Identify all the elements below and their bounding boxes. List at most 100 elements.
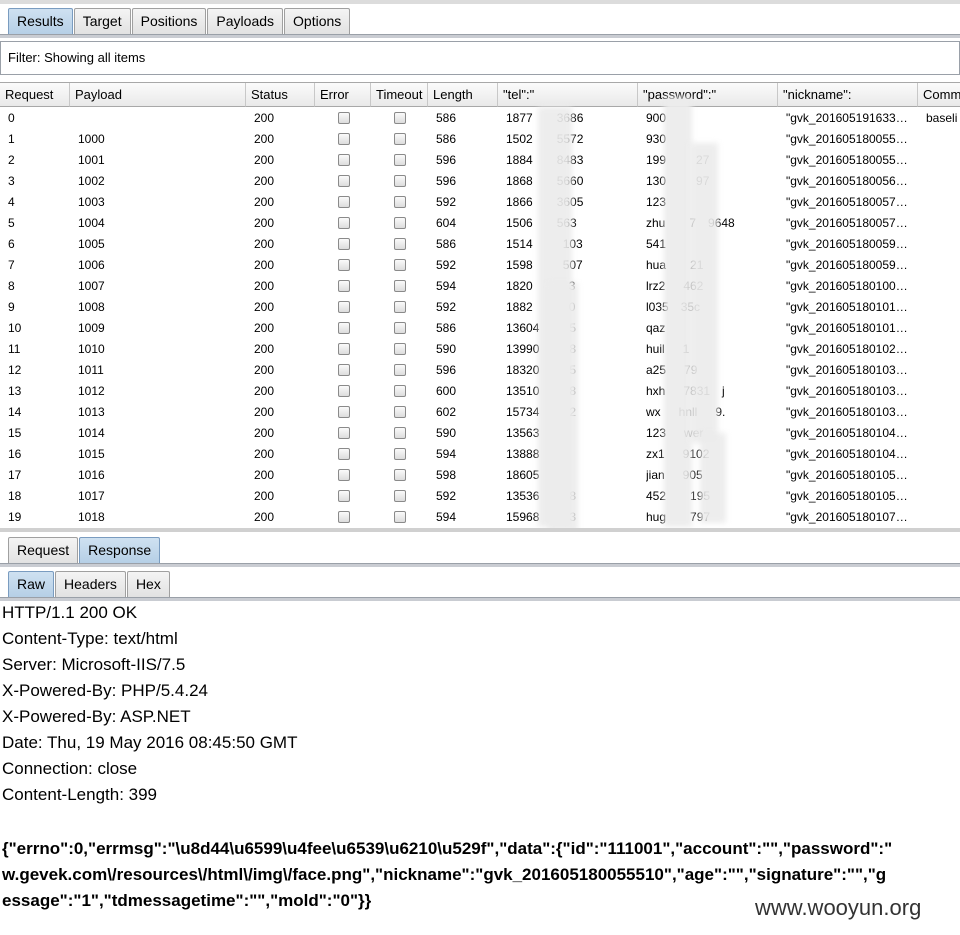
timeout-checkbox[interactable] <box>394 301 406 313</box>
response-editor[interactable]: HTTP/1.1 200 OK Content-Type: text/html Se… <box>0 602 960 935</box>
timeout-checkbox[interactable] <box>394 133 406 145</box>
cell-length: 594 <box>436 447 457 461</box>
timeout-checkbox[interactable] <box>394 280 406 292</box>
error-checkbox[interactable] <box>338 511 350 523</box>
tab-request[interactable]: Request <box>8 537 79 563</box>
timeout-checkbox[interactable] <box>394 427 406 439</box>
cell-status: 200 <box>254 195 275 209</box>
tab-target[interactable]: Target <box>73 8 131 34</box>
column-header-nickname[interactable]: "nickname": <box>778 83 918 107</box>
error-checkbox[interactable] <box>338 490 350 502</box>
tab-headers[interactable]: Headers <box>55 571 126 597</box>
column-header-timeout[interactable]: Timeout <box>371 83 428 107</box>
error-checkbox[interactable] <box>338 469 350 481</box>
tab-raw[interactable]: Raw <box>8 571 55 597</box>
timeout-checkbox[interactable] <box>394 448 406 460</box>
cell-comment <box>926 507 960 528</box>
error-checkbox[interactable] <box>338 343 350 355</box>
table-row[interactable]: 210012005961884 8483199 27"gvk_201605180… <box>0 150 960 171</box>
table-row[interactable]: 10100920058613604 5qaz"gvk_201605180101… <box>0 318 960 339</box>
tab-response[interactable]: Response <box>79 537 161 563</box>
redaction-mask <box>664 97 692 527</box>
timeout-checkbox[interactable] <box>394 322 406 334</box>
timeout-checkbox[interactable] <box>394 385 406 397</box>
tab-hex[interactable]: Hex <box>126 571 170 597</box>
column-header-length[interactable]: Length <box>428 83 498 107</box>
error-checkbox[interactable] <box>338 154 350 166</box>
timeout-checkbox[interactable] <box>394 469 406 481</box>
tab-results[interactable]: Results <box>8 8 73 34</box>
tab-options[interactable]: Options <box>284 8 351 34</box>
error-checkbox[interactable] <box>338 238 350 250</box>
error-checkbox[interactable] <box>338 364 350 376</box>
table-row[interactable]: 19101820059415968 3hug 797"gvk_201605180… <box>0 507 960 528</box>
response-header-line: Date: Thu, 19 May 2016 08:45:50 GMT <box>2 733 298 752</box>
table-row[interactable]: 410032005921866 3605123"gvk_201605180057… <box>0 192 960 213</box>
error-checkbox[interactable] <box>338 196 350 208</box>
table-row[interactable]: 17 1016 200 598 18605 jian 905 "gvk_2016051801… <box>0 465 960 486</box>
table-row[interactable]: 510042006041506 563zhu 7 9648"gvk_201605… <box>0 213 960 234</box>
timeout-checkbox[interactable] <box>394 175 406 187</box>
error-checkbox[interactable] <box>338 280 350 292</box>
error-checkbox[interactable] <box>338 133 350 145</box>
table-row[interactable]: 02005861877 3686900"gvk_201605191633…bas… <box>0 108 960 129</box>
error-checkbox[interactable] <box>338 448 350 460</box>
column-header-error[interactable]: Error <box>315 83 371 107</box>
table-row[interactable]: 14101320060215734 2wx hnll 9."gvk_201605… <box>0 402 960 423</box>
table-row[interactable]: 110002005861502 5572930"gvk_201605180055… <box>0 129 960 150</box>
table-row[interactable]: 710062005921598 507hua 21"gvk_2016051800… <box>0 255 960 276</box>
error-checkbox[interactable] <box>338 259 350 271</box>
column-header-request[interactable]: Request <box>0 83 70 107</box>
watermark-text: www.wooyun.org <box>755 895 922 920</box>
response-header-line: X-Powered-By: ASP.NET <box>2 707 191 726</box>
table-row[interactable]: 12101120059618320 5a25 79"gvk_2016051801… <box>0 360 960 381</box>
cell-nickname: "gvk_201605180104… <box>786 447 908 461</box>
timeout-checkbox[interactable] <box>394 406 406 418</box>
table-row[interactable]: 6 1005 200 586 1514 103 541 "gvk_201605180059… <box>0 234 960 255</box>
table-row[interactable]: 16 1015 200 594 13888 zx1 9102 "gvk_2016051801… <box>0 444 960 465</box>
horizontal-scrollbar[interactable] <box>0 528 960 532</box>
error-checkbox[interactable] <box>338 406 350 418</box>
cell-payload: 1017 <box>78 489 105 503</box>
timeout-checkbox[interactable] <box>394 490 406 502</box>
cell-comment <box>926 276 960 297</box>
timeout-checkbox[interactable] <box>394 343 406 355</box>
error-checkbox[interactable] <box>338 175 350 187</box>
column-header-password[interactable]: "password":" <box>638 83 778 107</box>
error-checkbox[interactable] <box>338 427 350 439</box>
timeout-checkbox[interactable] <box>394 238 406 250</box>
table-row[interactable]: 18101720059213536 8452 195"gvk_201605180… <box>0 486 960 507</box>
table-row[interactable]: 11101020059013990 8huil 1"gvk_2016051801… <box>0 339 960 360</box>
column-header-tel[interactable]: "tel":" <box>498 83 638 107</box>
error-checkbox[interactable] <box>338 385 350 397</box>
table-row[interactable]: 15101420059013563123 wer"gvk_20160518010… <box>0 423 960 444</box>
cell-length: 594 <box>436 510 457 524</box>
table-row[interactable]: 810072005941820 3lrz2 462"gvk_2016051801… <box>0 276 960 297</box>
timeout-checkbox[interactable] <box>394 364 406 376</box>
table-row[interactable]: 910082005921882 0l035 35c"gvk_2016051801… <box>0 297 960 318</box>
tab-payloads[interactable]: Payloads <box>207 8 284 34</box>
timeout-checkbox[interactable] <box>394 511 406 523</box>
cell-comment <box>926 129 960 150</box>
cell-comment <box>926 486 960 507</box>
table-row[interactable]: 13101220060013510 8hxh 7831 j"gvk_201605… <box>0 381 960 402</box>
filter-bar[interactable]: Filter: Showing all items <box>0 41 960 75</box>
tab-positions[interactable]: Positions <box>131 8 207 34</box>
timeout-checkbox[interactable] <box>394 196 406 208</box>
column-header-comm[interactable]: Comm <box>918 83 960 107</box>
error-checkbox[interactable] <box>338 301 350 313</box>
timeout-checkbox[interactable] <box>394 112 406 124</box>
error-checkbox[interactable] <box>338 112 350 124</box>
cell-nickname: "gvk_201605180056… <box>786 174 908 188</box>
timeout-checkbox[interactable] <box>394 154 406 166</box>
table-row[interactable]: 310022005961868 5660130 97"gvk_201605180… <box>0 171 960 192</box>
error-checkbox[interactable] <box>338 322 350 334</box>
column-header-payload[interactable]: Payload <box>70 83 246 107</box>
column-header-status[interactable]: Status <box>246 83 315 107</box>
error-checkbox[interactable] <box>338 217 350 229</box>
response-header-line: X-Powered-By: PHP/5.4.24 <box>2 681 208 700</box>
redaction-mask <box>548 283 578 529</box>
timeout-checkbox[interactable] <box>394 259 406 271</box>
timeout-checkbox[interactable] <box>394 217 406 229</box>
cell-request: 8 <box>8 279 15 293</box>
